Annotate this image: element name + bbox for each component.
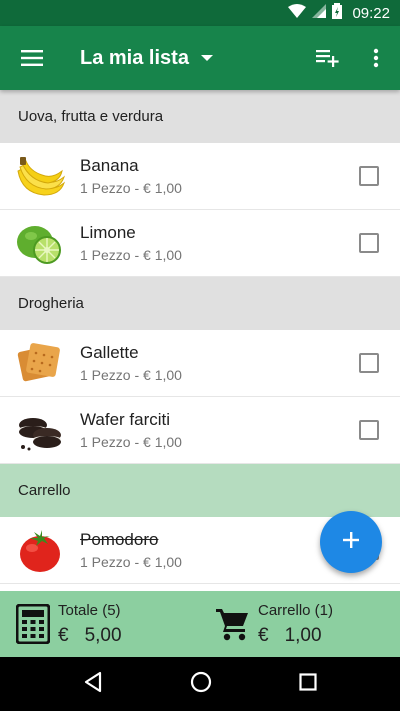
- item-name: Wafer farciti: [80, 410, 171, 429]
- cookies-image: [0, 397, 80, 464]
- totals-bar: Totale (5) €5,00 Carrello (1) €1,00: [0, 591, 400, 657]
- cart-icon: [208, 606, 258, 642]
- item-name: Pomodoro: [80, 530, 159, 549]
- page-title: La mia lista: [80, 46, 189, 69]
- section-header: Uova, frutta e verdura: [0, 90, 400, 143]
- recents-icon[interactable]: [299, 672, 317, 696]
- total-amount: 5,00: [84, 624, 122, 646]
- item-checkbox[interactable]: [359, 353, 379, 373]
- back-icon[interactable]: [83, 671, 103, 698]
- home-icon[interactable]: [190, 671, 212, 698]
- shopping-list: Uova, frutta e verdura Banana 1 Pezzo - …: [0, 90, 400, 584]
- plus-icon: [343, 531, 359, 553]
- section-header-cart: Carrello: [0, 464, 400, 517]
- lime-image: [0, 210, 80, 277]
- menu-icon[interactable]: [0, 26, 64, 90]
- cart-currency: €: [258, 624, 269, 646]
- cart-amount: 1,00: [284, 624, 322, 646]
- add-item-button[interactable]: [320, 511, 382, 573]
- item-detail: 1 Pezzo - € 1,00: [80, 180, 182, 196]
- cart-label: Carrello (1): [258, 601, 334, 619]
- item-detail: 1 Pezzo - € 1,00: [80, 247, 182, 263]
- battery-charging-icon: [332, 3, 343, 23]
- playlist-add-icon[interactable]: [304, 26, 352, 90]
- crackers-image: [0, 330, 80, 397]
- total-label: Totale (5): [58, 601, 121, 619]
- item-checkbox[interactable]: [359, 166, 379, 186]
- status-bar: 09:22: [0, 0, 400, 26]
- wifi-icon: [288, 4, 307, 22]
- banana-image: [0, 143, 80, 210]
- list-item[interactable]: Gallette 1 Pezzo - € 1,00: [0, 330, 400, 397]
- list-item[interactable]: Limone 1 Pezzo - € 1,00: [0, 210, 400, 277]
- system-nav-bar: [0, 657, 400, 711]
- item-detail: 1 Pezzo - € 1,00: [80, 367, 182, 383]
- clock: 09:22: [352, 4, 390, 22]
- item-checkbox[interactable]: [359, 420, 379, 440]
- total-block: Totale (5) €5,00: [0, 591, 200, 657]
- more-vert-icon[interactable]: [352, 26, 400, 90]
- item-checkbox[interactable]: [359, 233, 379, 253]
- cart-block: Carrello (1) €1,00: [200, 591, 400, 657]
- item-name: Banana: [80, 156, 139, 175]
- signal-icon: [312, 4, 327, 22]
- item-name: Limone: [80, 223, 136, 242]
- item-detail: 1 Pezzo - € 1,00: [80, 554, 182, 570]
- list-item[interactable]: Banana 1 Pezzo - € 1,00: [0, 143, 400, 210]
- tomato-image: [0, 517, 80, 584]
- item-detail: 1 Pezzo - € 1,00: [80, 434, 182, 450]
- total-currency: €: [58, 624, 69, 646]
- calculator-icon: [8, 604, 58, 644]
- list-selector[interactable]: La mia lista: [80, 47, 213, 70]
- chevron-down-icon: [200, 55, 213, 61]
- list-item[interactable]: Wafer farciti 1 Pezzo - € 1,00: [0, 397, 400, 464]
- app-bar: La mia lista: [0, 26, 400, 90]
- item-name: Gallette: [80, 343, 139, 362]
- section-header: Drogheria: [0, 277, 400, 330]
